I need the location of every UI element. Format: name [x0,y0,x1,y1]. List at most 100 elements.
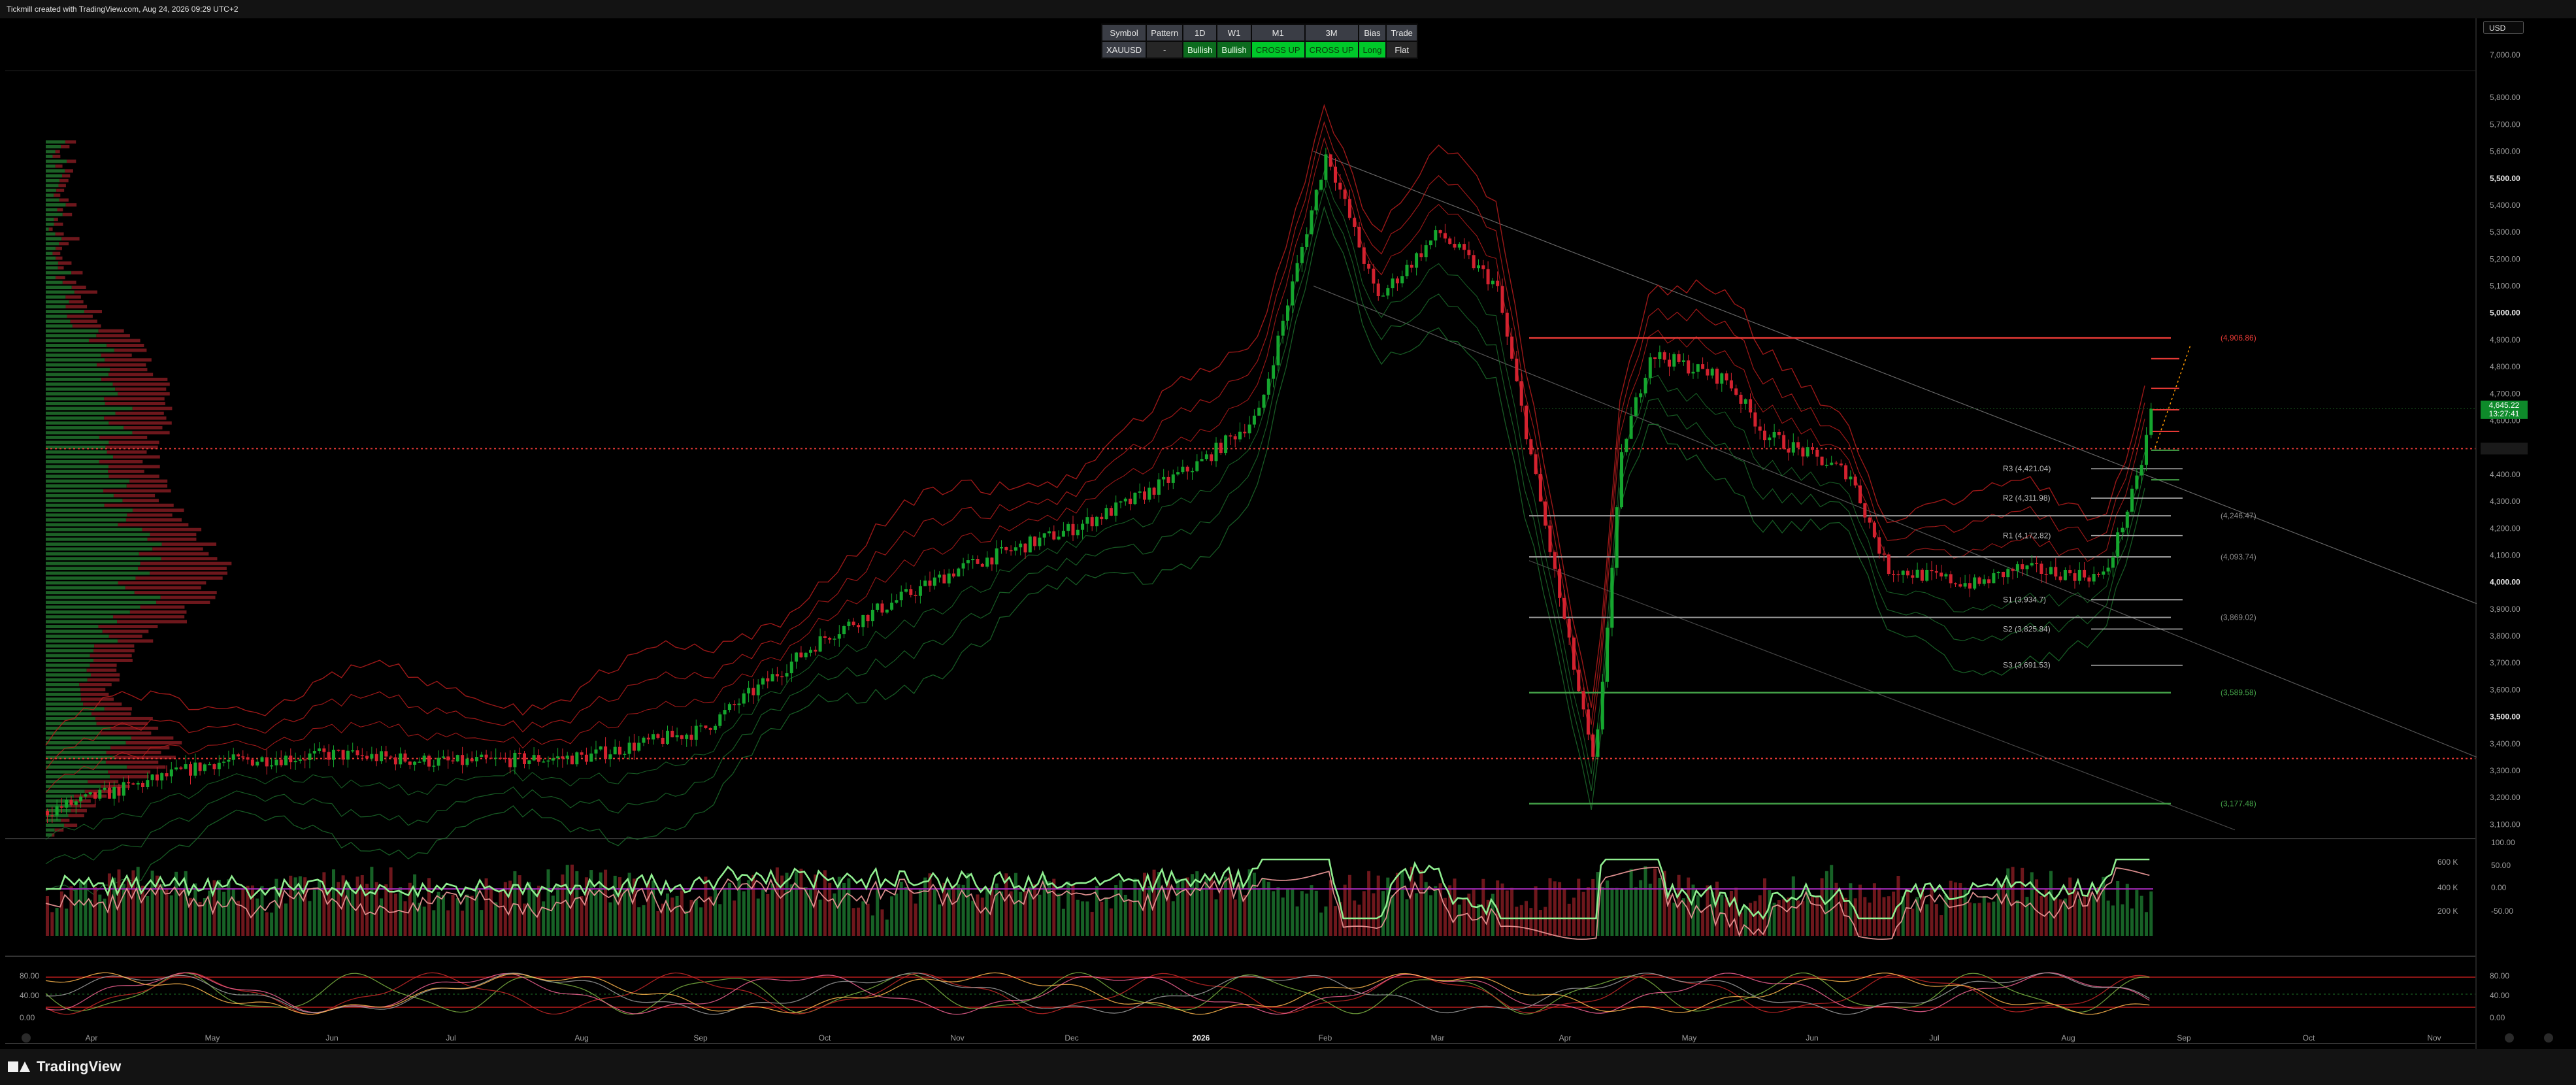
price-tick-label: 5,300.00 [2490,227,2520,237]
profile-bar-sell [91,712,131,716]
candle-body [1391,278,1395,288]
candle-body [346,750,350,760]
profile-bar-sell [102,629,149,633]
profile-bar-sell [131,736,174,740]
volume-bar [1763,878,1766,936]
volume-bar [1233,899,1237,936]
profile-bar-sell [113,493,156,497]
volume-bar [1634,887,1638,936]
volume-bar [1109,908,1113,936]
signal-table: Symbol Pattern 1D W1 M1 3M Bias Trade XAUUSD - Bu… [1100,24,1418,59]
candle-body [1510,336,1514,359]
profile-bar-buy [46,493,114,497]
profile-bar-buy [46,334,97,338]
candle-body [1877,537,1881,554]
candle-body [389,756,393,758]
profile-bar-sell [93,649,135,653]
profile-bar-buy [46,401,105,405]
candle-body [55,806,59,816]
candle-body [1347,199,1351,218]
candle-body [337,750,340,751]
candle-body [1343,190,1347,199]
table-cell: Flat [1385,41,1418,59]
volume-bar [1558,882,1562,936]
price-tick-label: 4,800.00 [2490,362,2520,371]
profile-bar-sell [115,411,164,415]
candle-body [966,560,970,563]
profile-bar-sell [118,523,189,527]
price-tick-label: 4,200.00 [2490,524,2520,533]
profile-bar-sell [55,232,64,236]
candle-body [1314,190,1318,210]
candle-body [2073,573,2077,581]
candle-body [890,603,894,610]
candle-body [594,749,598,754]
candle-body [1372,268,1376,284]
volume-bar [1100,901,1104,936]
profile-bar-sell [127,765,166,769]
volume-bar [828,882,832,936]
candle-body [2125,511,2129,528]
currency-selector[interactable]: USD [2483,21,2524,34]
candle-body [136,782,140,785]
candle-body [814,650,817,652]
volume-bar [289,875,293,936]
pivot-label: R1 (4,172.82) [2003,531,2051,540]
candle-body [1100,516,1104,520]
candle-body [1625,439,1628,452]
candle-body [246,757,250,760]
candle-body [1071,524,1075,536]
volume-bar [1071,885,1075,936]
profile-bar-sell [70,319,97,323]
candle-body [461,755,465,765]
candle-body [1324,154,1328,180]
volume-bar [1291,888,1295,936]
profile-bar-buy [46,639,118,643]
candle-body [523,753,526,764]
candle-body [1954,583,1957,584]
profile-bar-sell [140,605,185,609]
volume-bar [1314,890,1318,936]
volume-bar [1782,899,1786,936]
profile-bar-buy [46,319,71,323]
profile-bar-sell [71,271,83,275]
profile-bar-buy [46,605,140,609]
profile-bar-sell [105,760,159,764]
candle-body [837,634,841,639]
profile-bar-sell [72,324,101,328]
profile-bar-sell [125,741,182,745]
candle-body [1538,474,1542,502]
volume-bar [1185,877,1189,936]
candle-body [1777,431,1781,435]
volume-bar [1133,878,1137,936]
volume-bar [1357,905,1361,936]
profile-bar-buy [46,164,56,168]
volume-bar [1081,901,1085,936]
volume-bar [1887,896,1891,936]
candle-body [1233,436,1237,440]
volume-bar [1872,883,1876,936]
volume-bar [1477,904,1480,936]
chart-canvas[interactable]: (4,906.86) R3 (4,421.04) R2 (4,311.98) (4,2… [0,18,2576,1049]
candle-body [1577,669,1581,692]
profile-bar-sell [161,542,217,546]
candle-body [279,760,283,765]
candle-body [1405,265,1409,276]
volume-bar [1061,909,1065,936]
profile-bar-sell [80,692,109,696]
profile-bar-sell [132,407,173,410]
profile-bar-buy [46,499,123,503]
projection-path [2155,344,2191,448]
volume-bar [1252,873,1256,936]
volume-bar [1286,888,1289,936]
candle-body [1920,569,1924,581]
profile-bar-sell [114,348,147,352]
profile-bar-buy [46,537,148,541]
candle-body [103,788,107,790]
volume-bar [1877,888,1881,936]
candle-body [231,754,235,760]
candle-body [1023,543,1027,553]
candle-body [1515,358,1519,382]
volume-bar [718,904,722,936]
profile-bar-sell [95,716,153,720]
